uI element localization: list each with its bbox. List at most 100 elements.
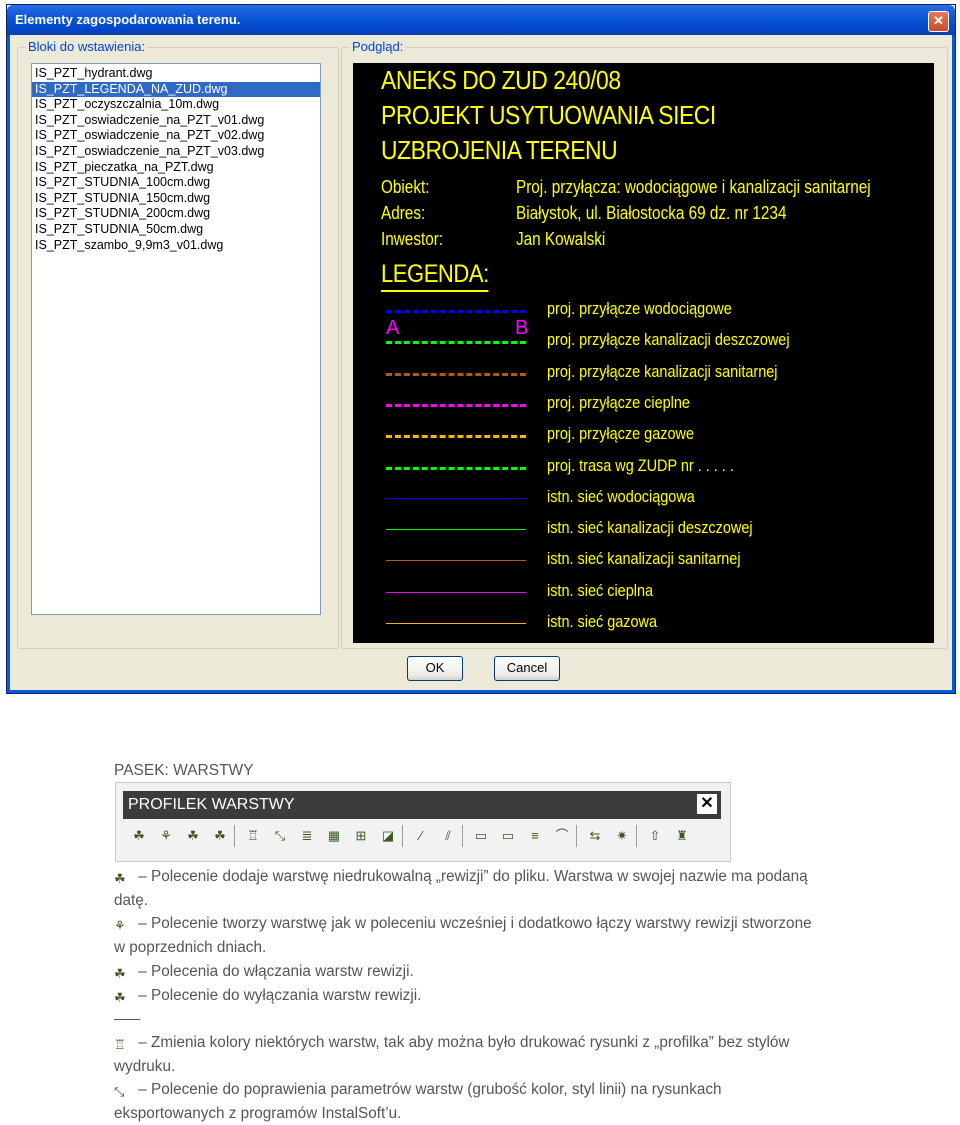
revision-layer-icon[interactable]: ☘ — [130, 827, 148, 845]
legend-line-sample — [386, 403, 526, 407]
list-item[interactable]: IS_PZT_LEGENDA_NA_ZUD.dwg — [32, 81, 320, 98]
legend-label: proj. trasa wg ZUDP nr . . . . . — [547, 455, 734, 475]
layer-frame-icon[interactable]: ◪ — [379, 827, 397, 845]
list-item[interactable]: IS_PZT_pieczatka_na_PZT.dwg — [32, 160, 320, 176]
list-item[interactable]: IS_PZT_STUDNIA_50cm.dwg — [32, 222, 320, 238]
description-text: – Polecenie do poprawienia parametrów wa… — [114, 1081, 722, 1122]
close-button[interactable]: ✕ — [928, 11, 949, 32]
dialog-title: Elementy zagospodarowania terenu. — [15, 12, 241, 27]
legend-label: istn. sieć kanalizacji sanitarnej — [547, 549, 741, 569]
legend-label: proj. przyłącze gazowe — [547, 424, 694, 444]
list-item[interactable]: IS_PZT_STUDNIA_150cm.dwg — [32, 191, 320, 207]
layer-fix-icon[interactable]: ⤡ — [271, 827, 289, 845]
list-item[interactable]: IS_PZT_oswiadczenie_na_PZT_v03.dwg — [32, 144, 320, 160]
gm-layer-icon[interactable]: ▭ — [499, 827, 517, 845]
legend-label: istn. sieć kanalizacji deszczowej — [547, 518, 753, 538]
description-paragraph: ♖ – Zmienia kolory niektórych warstw, ta… — [114, 1031, 824, 1078]
layers-on-icon: ☘ — [114, 966, 126, 981]
info-key-object: Obiekt: — [381, 177, 430, 197]
list-item[interactable]: IS_PZT_hydrant.dwg — [32, 66, 320, 82]
layer-explode-icon[interactable]: ✷ — [613, 827, 631, 845]
title-bar[interactable]: Elementy zagospodarowania terenu. ✕ — [7, 5, 955, 35]
info-key-address: Adres: — [381, 203, 426, 223]
description-paragraph: ⤡ – Polecenie do poprawienia parametrów … — [114, 1078, 824, 1125]
description-paragraph: ⚘ – Polecenie tworzy warstwę jak w polec… — [114, 912, 824, 959]
legend-label: istn. sieć wodociągowa — [547, 486, 695, 506]
legend-line-sample — [386, 466, 526, 470]
legend-line-sample — [386, 435, 526, 439]
toolbar-separator — [402, 825, 403, 847]
list-item[interactable]: IS_PZT_oswiadczenie_na_PZT_v01.dwg — [32, 113, 320, 129]
divider — [114, 1019, 140, 1020]
legend-heading: LEGENDA: — [381, 260, 489, 292]
list-item[interactable]: IS_PZT_oczyszczalnia_10m.dwg — [32, 97, 320, 113]
description-paragraph: ☘ – Polecenia do włączania warstw rewizj… — [114, 960, 824, 984]
ok-button[interactable]: OK — [407, 656, 463, 681]
legend-line-sample — [386, 529, 526, 531]
layers-off-icon: ☘ — [114, 990, 126, 1005]
layer-colors-icon: ♖ — [114, 1037, 126, 1052]
legend-label: proj. przyłącze kanalizacji sanitarnej — [547, 361, 778, 381]
info-value-object: Proj. przyłącza: wodociągowe i kanalizac… — [516, 177, 871, 197]
layer-colors-icon[interactable]: ♖ — [244, 827, 262, 845]
layer-export-icon[interactable]: ⇧ — [646, 827, 664, 845]
preview-title-line: ANEKS DO ZUD 240/08 — [381, 65, 621, 95]
list-item[interactable]: IS_PZT_szambo_9,9m3_v01.dwg — [32, 238, 320, 254]
level-layer-icon[interactable]: ⌒ — [553, 827, 571, 845]
layer-move-icon[interactable]: ⇆ — [586, 827, 604, 845]
preview-canvas: ANEKS DO ZUD 240/08 PROJEKT USYTUOWANIA … — [353, 63, 934, 643]
legend-label: istn. sieć gazowa — [547, 612, 658, 631]
preview-title-line: PROJEKT USYTUOWANIA SIECI — [381, 100, 716, 130]
hatch-layer-icon[interactable]: ▦ — [325, 827, 343, 845]
pipe-hatch-icon[interactable]: ⫽ — [439, 827, 457, 845]
marker-a: A — [386, 317, 400, 339]
legend-line-sample — [386, 623, 526, 624]
description-text: – Polecenia do włączania warstw rewizji. — [138, 963, 414, 980]
section-heading: PASEK: WARSTWY — [114, 762, 254, 779]
dialog-window: Elementy zagospodarowania terenu. ✕ Blok… — [6, 4, 956, 694]
description-text: – Polecenie do wyłączania warstw rewizji… — [138, 987, 422, 1004]
description-paragraph: ☘ – Polecenie dodaje warstwę niedrukowal… — [114, 865, 824, 912]
legend-label: proj. przyłącze wodociągowe — [547, 299, 732, 318]
blocks-label: Bloki do wstawienia: — [26, 39, 148, 54]
legend-label: proj. przyłącze kanalizacji deszczowej — [547, 330, 790, 350]
legend-label: istn. sieć cieplna — [547, 580, 654, 600]
description-text: – Zmienia kolory niektórych warstw, tak … — [114, 1034, 790, 1075]
pipe-layer-icon[interactable]: ⁄ — [412, 827, 430, 845]
layers-toolbar: PROFILEK WARSTWY ✕ ☘ ⚘ ☘ ☘ ♖ ⤡ ≣ ▦ ⊞ ◪ ⁄ ⫽ ▭ ▭ ≡ ⌒ ⇆ ✷ ⇧ ♜ — [115, 782, 731, 862]
toolbar-separator — [576, 825, 577, 847]
list-item[interactable]: IS_PZT_oswiadczenie_na_PZT_v02.dwg — [32, 128, 320, 144]
text-layer-icon[interactable]: ≣ — [298, 827, 316, 845]
cancel-button[interactable]: Cancel — [494, 656, 560, 681]
info-value-address: Białystok, ul. Białostocka 69 dz. nr 123… — [516, 203, 787, 223]
legend-line-sample — [386, 560, 526, 562]
marker-b: B — [515, 317, 529, 339]
preview-label: Podgląd: — [350, 39, 406, 54]
list-item[interactable]: IS_PZT_STUDNIA_200cm.dwg — [32, 206, 320, 222]
pb-layer-icon[interactable]: ▭ — [472, 827, 490, 845]
toolbar-close-icon[interactable]: ✕ — [697, 794, 717, 814]
legend-line-sample — [386, 341, 526, 345]
info-key-investor: Inwestor: — [381, 229, 444, 249]
layer-fix-icon: ⤡ — [114, 1084, 125, 1099]
legend-line-sample — [386, 310, 526, 313]
revision-merge-icon[interactable]: ⚘ — [157, 827, 175, 845]
list-item[interactable]: IS_PZT_STUDNIA_100cm.dwg — [32, 175, 320, 191]
legend-line-sample — [386, 591, 526, 593]
blocks-listbox[interactable]: IS_PZT_hydrant.dwg IS_PZT_LEGENDA_NA_ZUD.… — [31, 63, 321, 615]
ground-layer-icon[interactable]: ≡ — [526, 827, 544, 845]
layers-off-icon[interactable]: ☘ — [211, 827, 229, 845]
toolbar-separator — [462, 825, 463, 847]
toolbar-separator — [636, 825, 637, 847]
description-text: – Polecenie dodaje warstwę niedrukowalną… — [114, 868, 808, 909]
legend-line-sample — [386, 372, 526, 376]
layer-clean-icon[interactable]: ♜ — [673, 827, 691, 845]
revision-layer-icon: ☘ — [114, 871, 126, 886]
layers-on-icon[interactable]: ☘ — [184, 827, 202, 845]
toolbar-titlebar: PROFILEK WARSTWY ✕ — [123, 791, 721, 819]
description-paragraph: ☘ – Polecenie do wyłączania warstw rewiz… — [114, 984, 824, 1008]
dimension-layer-icon[interactable]: ⊞ — [352, 827, 370, 845]
preview-title-line: UZBROJENIA TERENU — [381, 135, 618, 165]
toolbar-title: PROFILEK WARSTWY — [128, 796, 295, 813]
revision-merge-icon: ⚘ — [114, 918, 126, 933]
